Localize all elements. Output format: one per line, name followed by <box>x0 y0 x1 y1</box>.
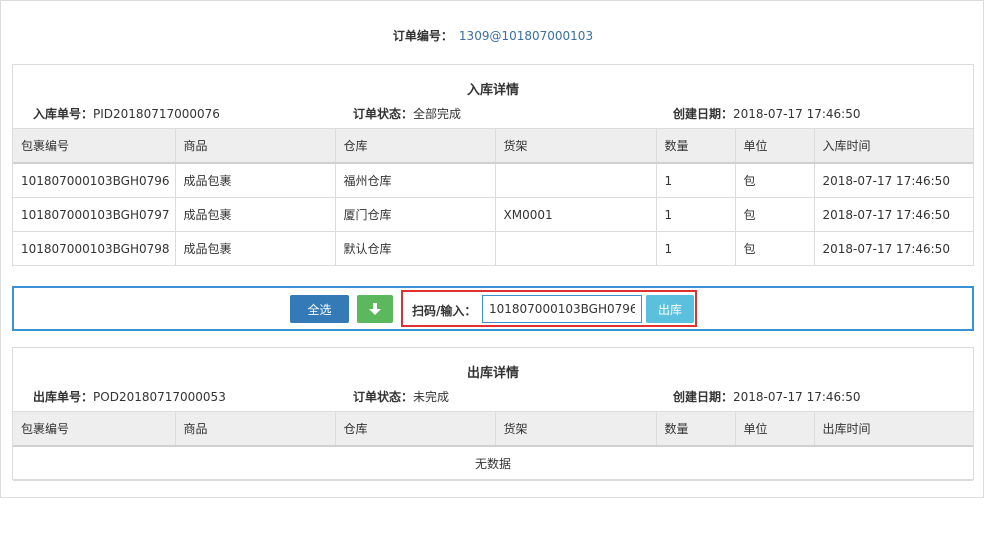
column-header: 货架 <box>494 128 657 164</box>
table-row: 101807000103BGH0798 成品包裹 默认仓库 1 包 2018-0… <box>13 231 973 266</box>
outbound-created-label: 创建日期： <box>673 390 734 404</box>
column-header: 商品 <box>174 411 336 447</box>
inbound-status-label: 订单状态： <box>353 107 414 121</box>
scan-input[interactable] <box>482 295 642 323</box>
column-header: 单位 <box>734 128 815 164</box>
package-id-cell: 101807000103BGH0797 <box>13 197 176 232</box>
inbound-doc-no: 入库单号：PID20180717000076 <box>33 105 220 122</box>
table-row: 101807000103BGH0797 成品包裹 厦门仓库 XM0001 1 包… <box>13 197 973 232</box>
outbound-status-value: 未完成 <box>413 390 450 404</box>
column-header: 单位 <box>734 411 815 447</box>
product-cell: 成品包裹 <box>174 197 336 232</box>
column-header: 数量 <box>655 128 736 164</box>
outbound-header-row: 包裹编号 商品 仓库 货架 数量 单位 出库时间 <box>13 411 973 447</box>
product-cell: 成品包裹 <box>174 231 336 266</box>
column-header: 数量 <box>655 411 736 447</box>
order-detail-container: 订单编号： 1309@101807000103 入库详情 入库单号：PID2018… <box>0 0 984 498</box>
shelf-cell <box>494 162 657 198</box>
warehouse-cell: 默认仓库 <box>334 231 496 266</box>
inbound-created-label: 创建日期： <box>673 107 734 121</box>
column-header: 商品 <box>174 128 336 164</box>
inbound-status-value: 全部完成 <box>413 107 462 121</box>
inbound-doc-no-value: PID20180717000076 <box>93 107 220 121</box>
product-cell: 成品包裹 <box>174 162 336 198</box>
outbound-status: 订单状态：未完成 <box>353 388 449 405</box>
unit-cell: 包 <box>734 162 815 198</box>
column-header: 货架 <box>494 411 657 447</box>
table-row: 101807000103BGH0796 成品包裹 福州仓库 1 包 2018-0… <box>13 162 973 198</box>
outbound-doc-no: 出库单号：POD20180717000053 <box>33 388 226 405</box>
outbound-created: 创建日期：2018-07-17 17:46:50 <box>673 388 860 405</box>
column-header: 仓库 <box>334 128 496 164</box>
shelf-cell: XM0001 <box>494 197 657 232</box>
inbound-table: 包裹编号 商品 仓库 货架 数量 单位 入库时间 101807000103BGH… <box>13 128 973 266</box>
time-cell: 2018-07-17 17:46:50 <box>813 197 973 232</box>
column-header: 出库时间 <box>813 411 973 447</box>
outbound-created-value: 2018-07-17 17:46:50 <box>733 390 861 404</box>
package-id-cell: 101807000103BGH0796 <box>13 162 176 198</box>
shelf-cell <box>494 231 657 266</box>
scan-input-group: 扫码/输入： 出库 <box>401 290 697 327</box>
inbound-created-value: 2018-07-17 17:46:50 <box>733 107 861 121</box>
quantity-cell: 1 <box>655 162 736 198</box>
outbound-doc-no-label: 出库单号： <box>33 390 94 404</box>
package-id-cell: 101807000103BGH0798 <box>13 231 176 266</box>
outbound-status-label: 订单状态： <box>353 390 414 404</box>
table-row: 无数据 <box>13 445 973 481</box>
column-header: 入库时间 <box>813 128 973 164</box>
outbound-title: 出库详情 <box>466 366 519 381</box>
inbound-doc-no-label: 入库单号： <box>33 107 94 121</box>
warehouse-cell: 福州仓库 <box>334 162 496 198</box>
scan-toolbar: 全选 扫码/输入： 出库 <box>12 286 974 331</box>
time-cell: 2018-07-17 17:46:50 <box>813 231 973 266</box>
column-header: 仓库 <box>334 411 496 447</box>
order-number-label: 订单编号： <box>392 29 453 43</box>
order-number-line: 订单编号： 1309@101807000103 <box>1 27 985 44</box>
inbound-panel: 入库详情 入库单号：PID20180717000076 订单状态：全部完成 创建… <box>12 64 974 266</box>
outbound-button[interactable]: 出库 <box>646 295 694 323</box>
empty-state: 无数据 <box>13 445 973 481</box>
quantity-cell: 1 <box>655 197 736 232</box>
outbound-panel: 出库详情 出库单号：POD20180717000053 订单状态：未完成 创建日… <box>12 347 974 481</box>
unit-cell: 包 <box>734 231 815 266</box>
inbound-title: 入库详情 <box>466 83 519 98</box>
outbound-doc-no-value: POD20180717000053 <box>93 390 226 404</box>
download-button[interactable] <box>357 295 393 323</box>
column-header: 包裹编号 <box>13 411 176 447</box>
quantity-cell: 1 <box>655 231 736 266</box>
unit-cell: 包 <box>734 197 815 232</box>
warehouse-cell: 厦门仓库 <box>334 197 496 232</box>
select-all-button[interactable]: 全选 <box>290 295 349 323</box>
outbound-table: 包裹编号 商品 仓库 货架 数量 单位 出库时间 无数据 <box>13 411 973 481</box>
inbound-status: 订单状态：全部完成 <box>353 105 461 122</box>
order-number-value: 1309@101807000103 <box>458 29 594 43</box>
scan-label: 扫码/输入： <box>412 304 477 318</box>
inbound-created: 创建日期：2018-07-17 17:46:50 <box>673 105 860 122</box>
time-cell: 2018-07-17 17:46:50 <box>813 162 973 198</box>
column-header: 包裹编号 <box>13 128 176 164</box>
inbound-header-row: 包裹编号 商品 仓库 货架 数量 单位 入库时间 <box>13 128 973 164</box>
arrow-down-icon <box>369 303 381 315</box>
